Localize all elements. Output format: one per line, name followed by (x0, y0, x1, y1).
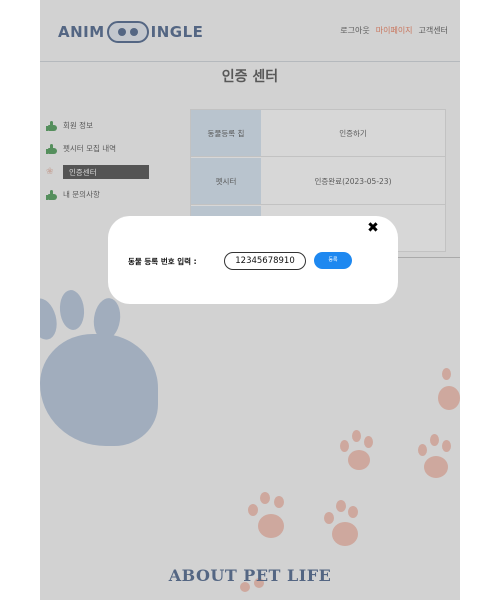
pet-registration-modal: ✖ 동물 등록 번호 입력 : 12345678910 등록 (108, 216, 398, 304)
register-button[interactable]: 등록 (314, 252, 352, 269)
registration-number-label: 동물 등록 번호 입력 : (128, 257, 197, 266)
close-icon[interactable]: ✖ (366, 221, 380, 235)
registration-number-input[interactable]: 12345678910 (224, 252, 306, 270)
